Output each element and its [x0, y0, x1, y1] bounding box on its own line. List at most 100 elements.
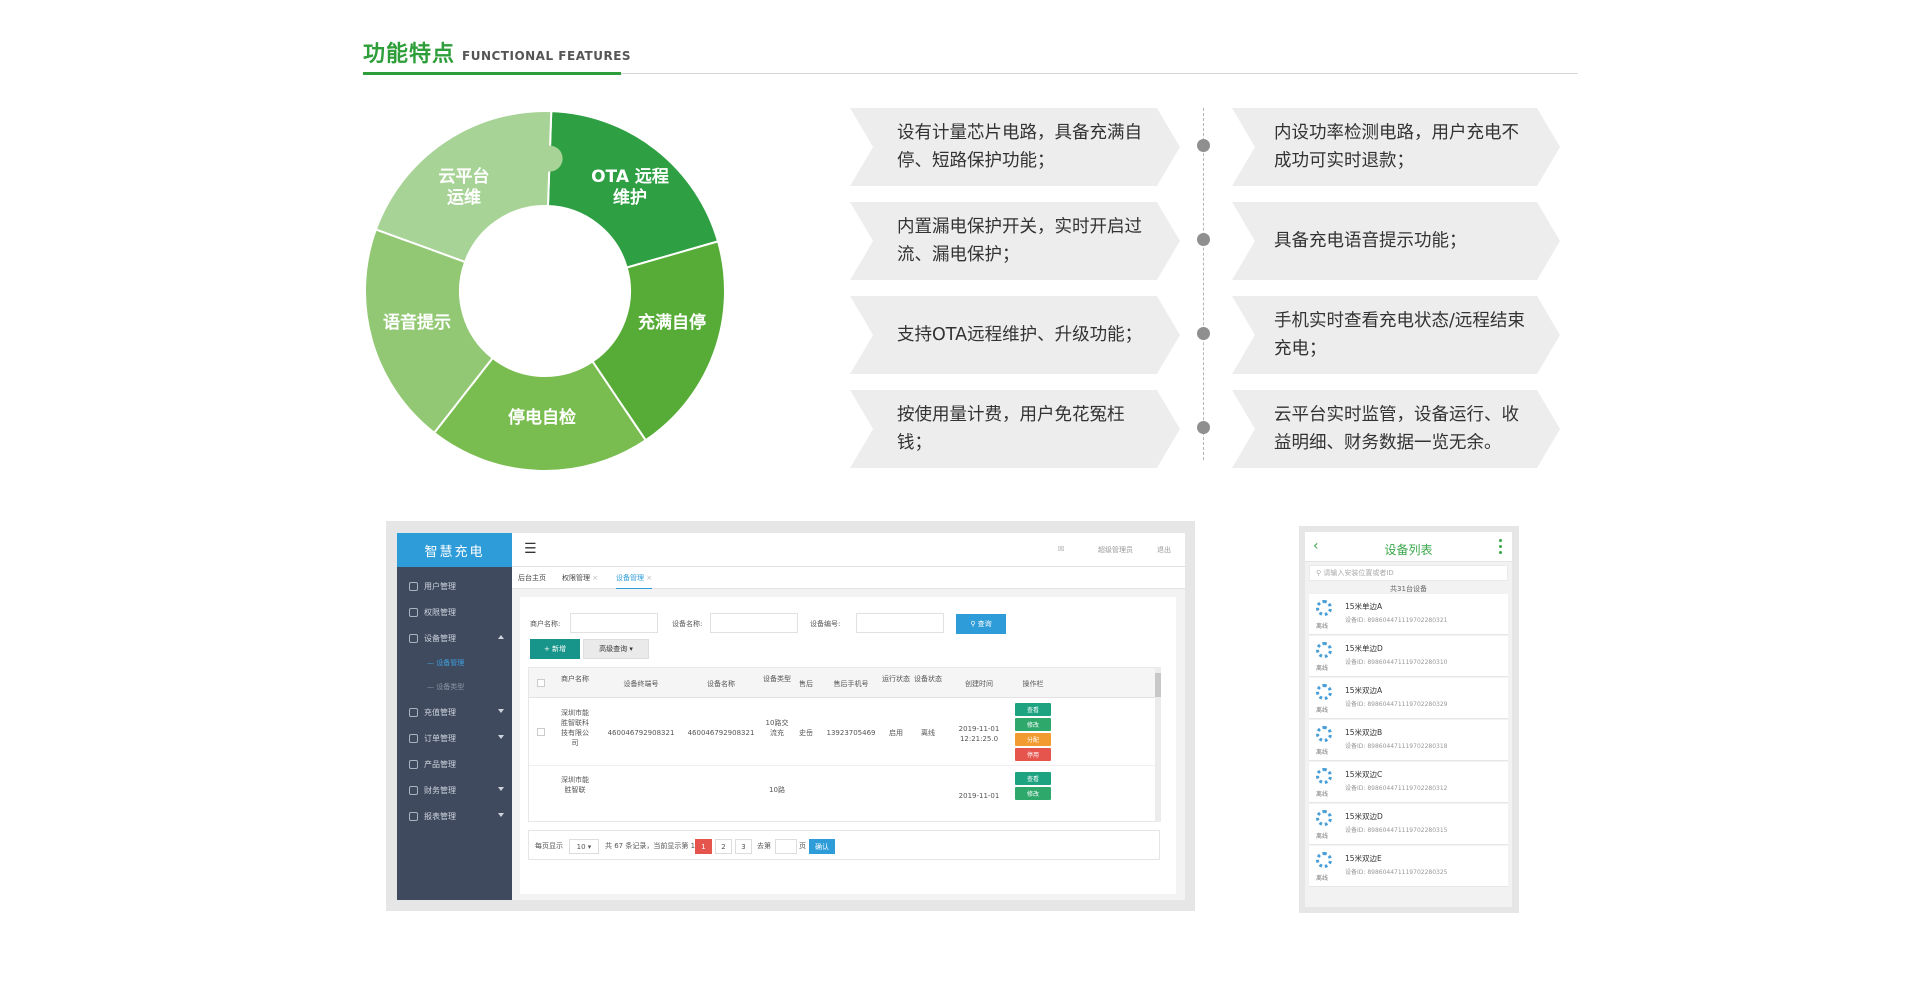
tab-devices[interactable]: 设备管理 ×	[616, 573, 653, 589]
device-list-item[interactable]: 离线 15米双边B 设备ID: 898604471119702280318	[1309, 720, 1508, 761]
merchant-label: 商户名称:	[530, 620, 561, 628]
sidebar-subitem-device-manage[interactable]: — 设备管理	[397, 651, 512, 675]
caret-down-icon: ▾	[629, 645, 633, 653]
chevron-down-icon	[498, 709, 504, 713]
device-name-input[interactable]	[710, 613, 798, 633]
plus-icon: +	[543, 645, 553, 653]
feature-card-left-4: 按使用量计费，用户免花冤枉钱；	[850, 390, 1180, 468]
sidebar-item-reports[interactable]: 报表管理	[397, 803, 512, 829]
device-id: 设备ID: 898604471119702280329	[1345, 701, 1448, 708]
assign-button[interactable]: 分配	[1015, 733, 1051, 746]
per-page-select[interactable]: 10 ▾	[569, 839, 599, 854]
table-row[interactable]: 深圳市能胜智联 10路 2019-11-01 查看 修改	[529, 767, 1159, 821]
message-icon[interactable]: ☒	[1058, 545, 1064, 553]
user-icon	[409, 581, 418, 591]
device-list-item[interactable]: 离线 15米双边E 设备ID: 898604471119702280325	[1309, 846, 1508, 887]
device-name: 15米单边D	[1345, 644, 1383, 653]
disable-button[interactable]: 停用	[1015, 748, 1051, 761]
col-merchant: 商户名称	[561, 675, 589, 683]
sidebar-item-recharge[interactable]: 充值管理	[397, 699, 512, 725]
page-suffix: 页	[799, 842, 806, 850]
device-id: 设备ID: 898604471119702280310	[1345, 659, 1448, 666]
cell-created: 2019-11-01	[958, 792, 1000, 800]
chevron-down-icon	[498, 735, 504, 739]
sidebar-subitem-device-type[interactable]: — 设备类型	[397, 675, 512, 699]
logout-link[interactable]: 退出	[1157, 545, 1171, 555]
cell-device-status: 离线	[921, 729, 935, 737]
confirm-button[interactable]: 确认	[809, 839, 835, 854]
edit-button[interactable]: 修改	[1015, 787, 1051, 800]
feature-text: 内设功率检测电路，用户充电不成功可实时退款；	[1274, 123, 1519, 171]
device-id: 设备ID: 898604471119702280321	[1345, 617, 1448, 624]
report-icon	[409, 811, 418, 821]
hamburger-icon[interactable]: ☰	[524, 541, 537, 557]
jump-input[interactable]	[775, 839, 797, 854]
table-row[interactable]: 深圳市能胜智联科技有限公司 460046792908321 4600467929…	[529, 698, 1159, 766]
device-no-label: 设备编号:	[810, 620, 841, 628]
add-button[interactable]: + 新增	[530, 639, 580, 659]
sidebar-item-permissions[interactable]: 权限管理	[397, 599, 512, 625]
device-name: 15米双边B	[1345, 728, 1383, 737]
view-button[interactable]: 查看	[1015, 703, 1051, 716]
device-name: 15米双边A	[1345, 686, 1383, 695]
admin-sidebar: 智慧充电 用户管理 权限管理 设备管理 — 设备管理 — 设备类型 充值管理 订…	[397, 533, 512, 900]
device-status: 离线	[1316, 623, 1329, 630]
device-table: 商户名称 设备终端号 设备名称 设备类型 售后 售后手机号 运行状态 设备状态 …	[528, 667, 1160, 822]
sidebar-item-users[interactable]: 用户管理	[397, 573, 512, 599]
sidebar-item-products[interactable]: 产品管理	[397, 751, 512, 777]
device-list-item[interactable]: 离线 15米单边A 设备ID: 898604471119702280321	[1309, 594, 1508, 635]
gear-icon	[1316, 642, 1332, 658]
per-page-label: 每页显示	[535, 842, 563, 850]
search-button[interactable]: ⚲ 查询	[956, 614, 1006, 634]
close-icon[interactable]: ×	[592, 574, 598, 582]
mobile-search-input[interactable]: ⚲ 请输入安装位置或者ID	[1309, 565, 1508, 581]
edit-button[interactable]: 修改	[1015, 718, 1051, 731]
feature-text: 按使用量计费，用户免花冤枉钱；	[897, 405, 1125, 453]
feature-card-right-4: 云平台实时监管，设备运行、收益明细、财务数据一览无余。	[1232, 390, 1560, 468]
tab-permissions[interactable]: 权限管理 ×	[562, 573, 598, 583]
recharge-icon	[409, 707, 418, 717]
feature-card-right-1: 内设功率检测电路，用户充电不成功可实时退款；	[1232, 108, 1560, 186]
feature-card-left-1: 设有计量芯片电路，具备充满自停、短路保护功能；	[850, 108, 1180, 186]
advanced-search-button[interactable]: 高级查询 ▾	[583, 639, 649, 659]
page-3-button[interactable]: 3	[735, 839, 752, 854]
device-id: 设备ID: 898604471119702280318	[1345, 743, 1448, 750]
puzzle-knob	[536, 145, 563, 172]
page-1-button[interactable]: 1	[695, 839, 712, 854]
close-icon[interactable]: ×	[646, 574, 652, 582]
page-2-button[interactable]: 2	[715, 839, 732, 854]
device-count: 共31台设备	[1390, 585, 1427, 593]
device-list-item[interactable]: 离线 15米双边D 设备ID: 898604471119702280315	[1309, 804, 1508, 845]
device-status: 离线	[1316, 749, 1329, 756]
row-checkbox[interactable]	[537, 728, 545, 736]
more-icon[interactable]	[1499, 539, 1502, 555]
scrollbar-thumb[interactable]	[1155, 673, 1161, 697]
device-no-input[interactable]	[856, 613, 944, 633]
pagination: 每页显示 10 ▾ 共 67 条记录，当前显示第 1 页 1 2 3 去第 页 …	[528, 830, 1160, 860]
tab-home[interactable]: 后台主页	[518, 573, 546, 583]
cell-phone: 13923705469	[826, 729, 876, 737]
sidebar-item-orders[interactable]: 订单管理	[397, 725, 512, 751]
col-phone: 售后手机号	[833, 680, 869, 688]
device-list-item[interactable]: 离线 15米双边C 设备ID: 898604471119702280312	[1309, 762, 1508, 803]
feature-text: 云平台实时监管，设备运行、收益明细、财务数据一览无余。	[1274, 405, 1519, 453]
current-user[interactable]: 超级管理员	[1098, 545, 1133, 555]
merchant-input[interactable]	[570, 613, 658, 633]
view-button[interactable]: 查看	[1015, 772, 1051, 785]
sidebar-item-finance[interactable]: 财务管理	[397, 777, 512, 803]
table-scrollbar[interactable]	[1155, 667, 1161, 822]
sidebar-item-devices[interactable]: 设备管理	[397, 625, 512, 651]
page: 功能特点 FUNCTIONAL FEATURES OTA 远程维护 充满自停 停…	[0, 0, 1920, 995]
device-list-item[interactable]: 离线 15米单边D 设备ID: 898604471119702280310	[1309, 636, 1508, 677]
feature-text: 支持OTA远程维护、升级功能；	[897, 325, 1143, 345]
device-list-item[interactable]: 离线 15米双边A 设备ID: 898604471119702280329	[1309, 678, 1508, 719]
select-all-checkbox[interactable]	[537, 679, 545, 687]
chevron-down-icon	[498, 813, 504, 817]
admin-tabs: 后台主页 权限管理 × 设备管理 ×	[512, 567, 1185, 589]
cell-after-sales: 史岳	[799, 729, 813, 737]
cell-terminal: 460046792908321	[607, 729, 675, 737]
feature-card-right-3: 手机实时查看充电状态/远程结束充电；	[1232, 296, 1560, 374]
device-name: 15米双边D	[1345, 812, 1383, 821]
device-id: 设备ID: 898604471119702280315	[1345, 827, 1448, 834]
wheel-label-autostop: 充满自停	[638, 312, 706, 333]
